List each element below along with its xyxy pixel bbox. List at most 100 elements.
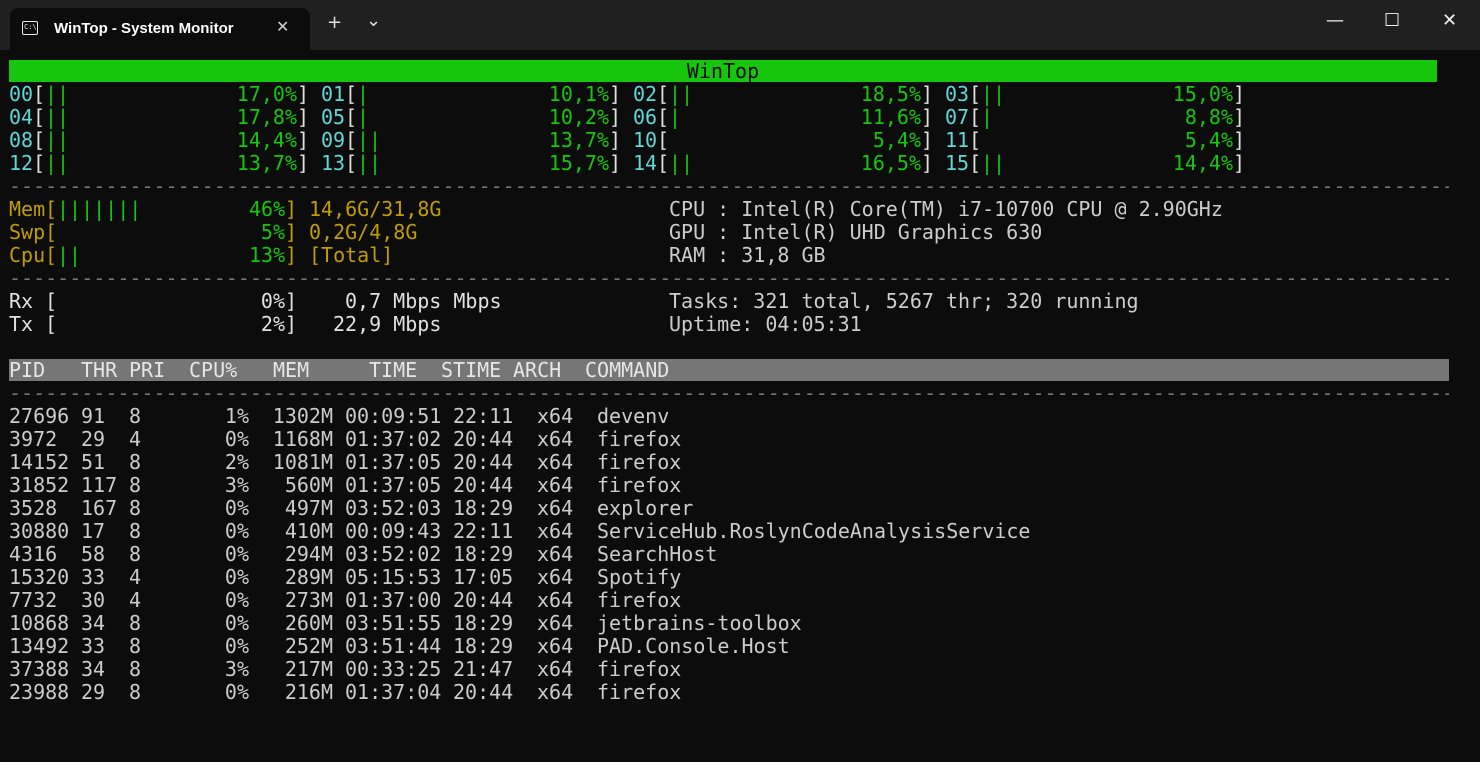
bracket-close: ] (1232, 151, 1245, 175)
cell-mem: 560M (284, 473, 333, 497)
bracket-open: [ (33, 82, 46, 106)
ram-info: RAM : 31,8 GB (669, 243, 826, 267)
table-row[interactable]: 3528 167 8 0% 497M 03:52:03 18:29 x64 explorer (9, 497, 1109, 520)
table-row[interactable]: 4316 58 8 0% 294M 03:52:02 18:29 x64 SearchHost (9, 543, 1109, 566)
cpu-core-bar: || (45, 105, 70, 129)
table-row[interactable]: 37388 34 8 3% 217M 00:33:25 21:47 x64 firefox (9, 658, 1109, 681)
table-row[interactable]: 3972 29 4 0% 1168M 01:37:02 20:44 x64 firefox (9, 428, 1109, 451)
cell-thr: 33 (81, 565, 106, 589)
new-tab-button[interactable]: + (327, 12, 342, 33)
cell-pri: 8 (129, 680, 142, 704)
column-stime[interactable]: STIME (441, 359, 501, 382)
cell-time: 03:51:44 (345, 634, 442, 658)
cell-arch: x64 (537, 450, 574, 474)
table-row[interactable]: 30880 17 8 0% 410M 00:09:43 22:11 x64 ServiceHub… (9, 520, 1109, 543)
column-time[interactable]: TIME (369, 359, 417, 382)
cpu-info: CPU : Intel(R) Core(TM) i7-10700 CPU @ 2… (669, 197, 1223, 221)
bracket-open: [ (969, 128, 982, 152)
bracket-open: [ (345, 105, 358, 129)
cell-mem: 1081M (272, 450, 333, 474)
cell-mem: 1168M (272, 427, 333, 451)
bracket-open: [ (657, 105, 670, 129)
minimize-button[interactable]: — (1326, 10, 1344, 31)
cpu-core-bar: || (45, 82, 70, 106)
column-pri[interactable]: PRI (129, 359, 165, 382)
cell-pid: 7732 (9, 588, 58, 612)
cell-cmd: firefox (597, 588, 682, 612)
cell-cmd: firefox (597, 450, 682, 474)
cpu-core-bar: || (981, 82, 1006, 106)
cell-thr: 30 (81, 588, 106, 612)
cpu-core-bar: || (669, 82, 694, 106)
cell-time: 01:37:02 (345, 427, 442, 451)
cell-stime: 20:44 (453, 680, 514, 704)
tab-close-icon[interactable]: ✕ (276, 17, 289, 36)
gpu-info: GPU : Intel(R) UHD Graphics 630 (669, 220, 1043, 244)
cell-time: 05:15:53 (345, 565, 442, 589)
table-row[interactable]: 27696 91 8 1% 1302M 00:09:51 22:11 x64 devenv (9, 405, 1109, 428)
column-thr[interactable]: THR (81, 359, 117, 382)
bracket-close: ] (1232, 105, 1245, 129)
tab-wintop[interactable]: C:\ WinTop - System Monitor ✕ (10, 8, 310, 50)
cell-cpu: 0% (224, 496, 249, 520)
column-pid[interactable]: PID (9, 359, 45, 382)
cell-pid: 14152 (9, 450, 70, 474)
cell-time: 01:37:00 (345, 588, 442, 612)
column-mem[interactable]: MEM (273, 359, 309, 382)
table-row[interactable]: 7732 30 4 0% 273M 01:37:00 20:44 x64 firefox (9, 589, 1109, 612)
table-row[interactable]: 23988 29 8 0% 216M 01:37:04 20:44 x64 firefox (9, 681, 1109, 704)
cell-cpu: 3% (224, 657, 249, 681)
cpu-core-id: 12 (9, 151, 34, 175)
network-rx: Rx [0%] 0,7 Mbps Mbps (9, 290, 509, 313)
bracket-open: [ (969, 82, 982, 106)
tasks-summary: Tasks: 321 total, 5267 thr; 320 running (669, 289, 1139, 313)
bracket-open: [ (45, 289, 58, 313)
cpu-core-percent: 11,6% (860, 105, 921, 129)
cell-arch: x64 (537, 611, 574, 635)
chevron-down-icon[interactable]: ⌄ (366, 10, 381, 31)
cell-cpu: 2% (224, 450, 249, 474)
separator: ----------------------------------------… (9, 382, 1449, 405)
process-table-header[interactable]: PID THR PRI CPU% MEM TIME STIME ARCH COM… (9, 359, 1449, 382)
column-arch[interactable]: ARCH (513, 359, 561, 382)
bracket-close: ] (920, 105, 933, 129)
table-row[interactable]: 31852 117 8 3% 560M 01:37:05 20:44 x64 firefox (9, 474, 1109, 497)
network-percent: 2% (260, 312, 285, 336)
meter-percent: 13% (249, 243, 286, 267)
column-command[interactable]: COMMAND (585, 359, 669, 382)
bracket-open: [ (33, 151, 46, 175)
cpu-core-id: 08 (9, 128, 34, 152)
bracket-close: ] (608, 105, 621, 129)
cell-pri: 8 (129, 657, 142, 681)
cell-time: 01:37:05 (345, 473, 442, 497)
cell-arch: x64 (537, 404, 574, 428)
cell-thr: 51 (81, 450, 106, 474)
cell-arch: x64 (537, 634, 574, 658)
maximize-button[interactable]: ☐ (1384, 10, 1400, 31)
cell-mem: 260M (284, 611, 333, 635)
meter-percent: 46% (249, 197, 286, 221)
meter-bar: || (57, 243, 82, 267)
cell-arch: x64 (537, 680, 574, 704)
table-row[interactable]: 15320 33 4 0% 289M 05:15:53 17:05 x64 Spotify (9, 566, 1109, 589)
bracket-open: [ (657, 82, 670, 106)
cpu-core-percent: 17,0% (236, 82, 297, 106)
cpu-core-meter: 07[| 8,8%] (945, 106, 1245, 129)
bracket-close: ] (285, 220, 298, 244)
table-row[interactable]: 10868 34 8 0% 260M 03:51:55 18:29 x64 jetbrains-… (9, 612, 1109, 635)
cell-pid: 37388 (9, 657, 70, 681)
close-button[interactable]: ✕ (1442, 10, 1457, 31)
cell-pri: 8 (129, 519, 142, 543)
cell-arch: x64 (537, 565, 574, 589)
cell-thr: 33 (81, 634, 106, 658)
network-rate: 0,7 Mbps Mbps (345, 289, 502, 313)
cpu-core-bar: | (981, 105, 994, 129)
table-row[interactable]: 13492 33 8 0% 252M 03:51:44 18:29 x64 PAD.Consol… (9, 635, 1109, 658)
cpu-core-id: 11 (945, 128, 970, 152)
tab-title: WinTop - System Monitor (54, 20, 234, 37)
table-row[interactable]: 14152 51 8 2% 1081M 01:37:05 20:44 x64 firefox (9, 451, 1109, 474)
cell-time: 01:37:04 (345, 680, 442, 704)
meter-label: Mem (9, 197, 46, 221)
column-cpu[interactable]: CPU% (189, 359, 237, 382)
cpu-core-id: 00 (9, 82, 34, 106)
